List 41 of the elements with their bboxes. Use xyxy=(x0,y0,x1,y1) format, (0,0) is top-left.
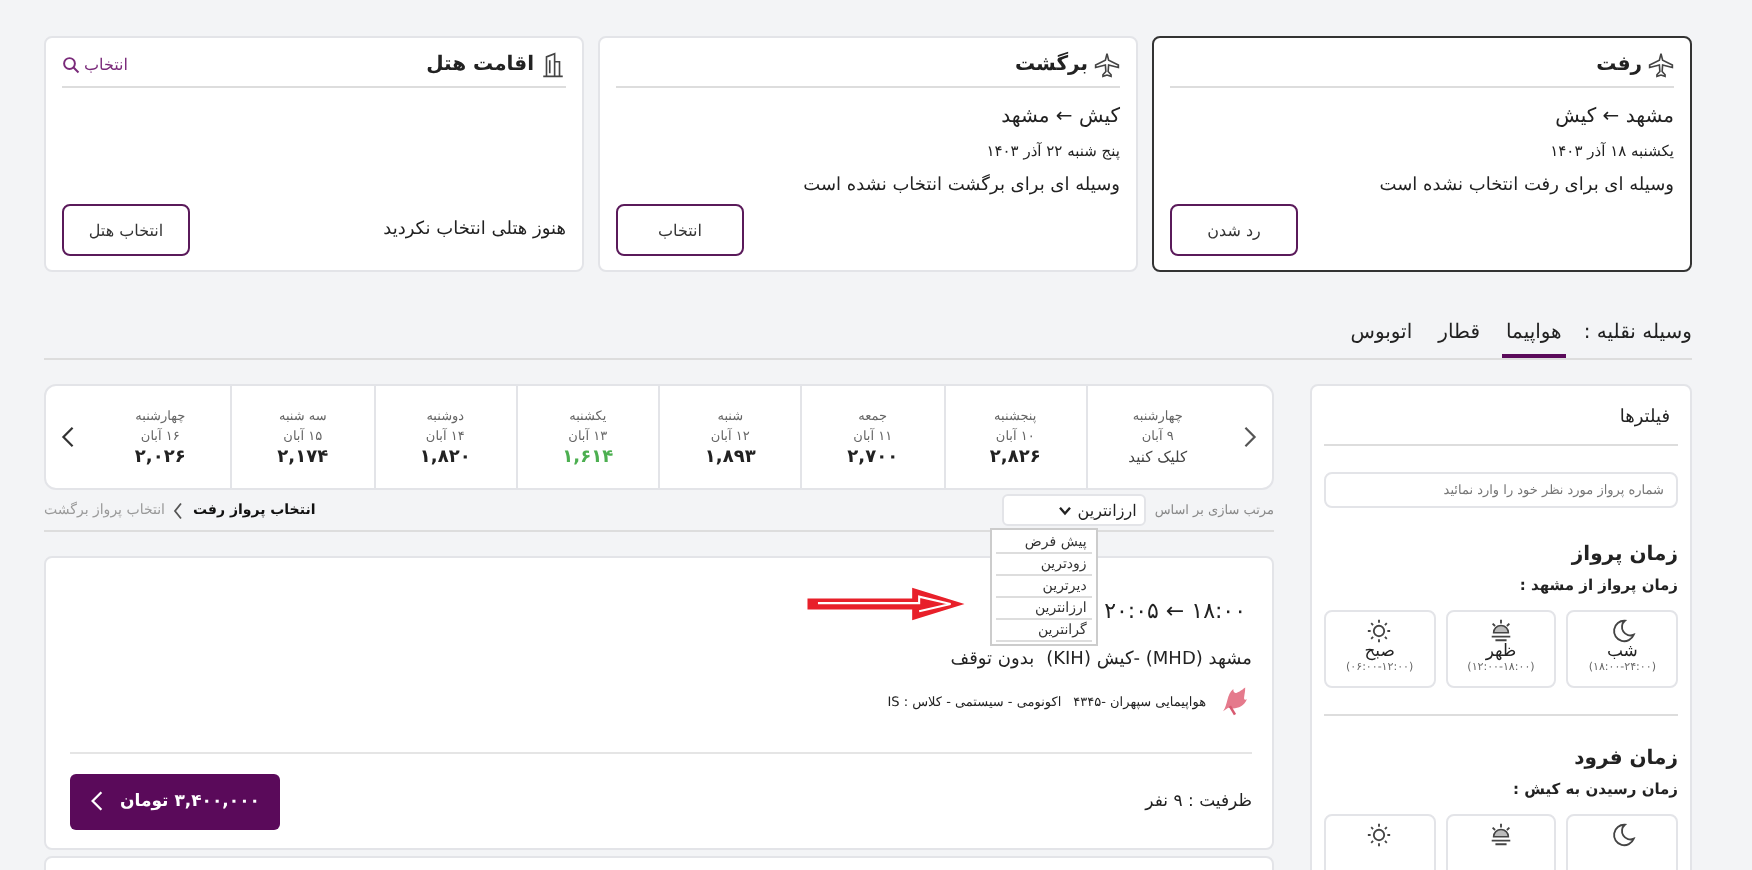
card-title: اقامت هتل xyxy=(426,54,534,76)
sun-icon xyxy=(1366,822,1393,848)
sun-cloud-icon xyxy=(1488,618,1514,644)
route-text: مشهد (MHD) -کیش (KIH) xyxy=(1046,650,1252,670)
status-text: وسیله ای برای رفت انتخاب نشده است xyxy=(1377,176,1674,196)
building-icon xyxy=(540,52,566,78)
stops-text: بدون توقف xyxy=(950,650,1035,670)
select-link[interactable]: انتخاب xyxy=(62,56,128,74)
sort-select[interactable]: ارزانترین xyxy=(1002,494,1147,526)
status-text: هنوز هتلی انتخاب نکردید xyxy=(383,220,566,240)
airplane-icon xyxy=(1094,52,1120,78)
moon-icon xyxy=(1609,618,1636,644)
moon-icon xyxy=(1609,822,1636,848)
time-slot[interactable] xyxy=(1566,814,1678,870)
section-title: زمان فرود xyxy=(1324,714,1678,770)
route-text: کیش ← مشهد xyxy=(999,106,1120,128)
caret-icon xyxy=(1057,505,1072,515)
chevron-left-icon xyxy=(172,501,185,519)
sun-icon xyxy=(1366,618,1393,644)
vehicle-tab[interactable]: قطار xyxy=(1434,322,1484,358)
status-text: وسیله ای برای برگشت انتخاب نشده است xyxy=(801,176,1120,196)
flight-time: ۱۸:۰۰ ← ۲۰:۰۵ xyxy=(1104,598,1246,624)
section-title: زمان پرواز xyxy=(1569,544,1678,566)
route-text: مشهد ← کیش xyxy=(1553,106,1674,128)
card-title: رفت xyxy=(1596,54,1642,76)
price-button[interactable]: ۳,۴۰۰,۰۰۰ تومان xyxy=(70,773,280,829)
sun-cloud-icon xyxy=(1488,822,1514,848)
vehicle-tab[interactable]: هواپیما xyxy=(1501,322,1566,358)
card-title: برگشت xyxy=(1014,54,1088,76)
vehicle-tab[interactable]: اتوبوس xyxy=(1346,322,1417,358)
airplane-icon xyxy=(1648,52,1674,78)
chevron-left-icon xyxy=(90,790,104,812)
card-button[interactable]: انتخاب xyxy=(616,204,744,256)
airline-logo xyxy=(1218,684,1252,718)
capacity-text: ظرفیت : ۹ نفر xyxy=(1145,791,1252,811)
time-slot[interactable] xyxy=(1445,814,1557,870)
card-button[interactable]: رد شدن xyxy=(1170,204,1298,256)
card-button[interactable]: انتخاب هتل xyxy=(62,204,190,256)
panel-title: فیلترها xyxy=(1324,396,1678,446)
vehicle-label: وسیله نقلیه : xyxy=(1583,322,1692,348)
search-icon xyxy=(62,56,80,74)
